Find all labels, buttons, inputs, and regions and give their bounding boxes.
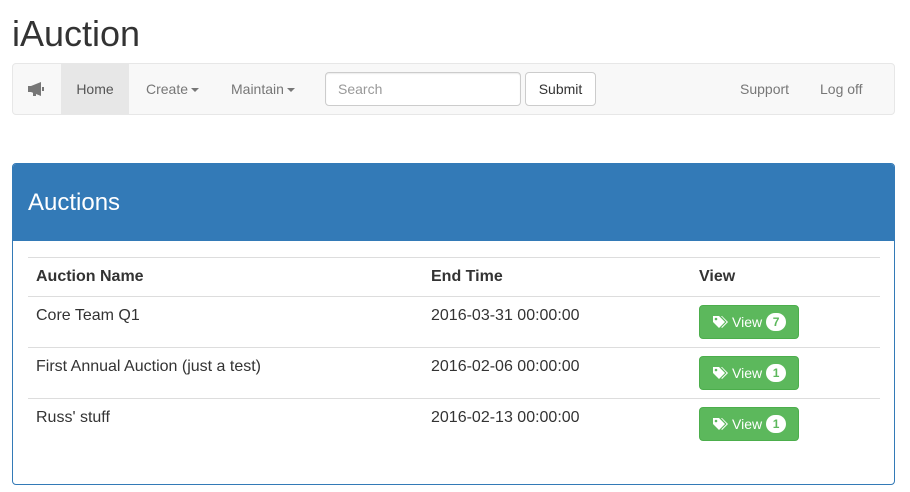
table-row: Core Team Q1 2016-03-31 00:00:00 View 7 — [28, 296, 880, 348]
caret-down-icon — [286, 88, 295, 93]
column-header-view: View — [691, 257, 880, 297]
view-button[interactable]: View 1 — [699, 407, 800, 441]
view-button[interactable]: View 1 — [699, 356, 800, 390]
table-header-row: Auction Name End Time View — [28, 257, 880, 297]
tags-icon — [712, 315, 730, 329]
search-input[interactable] — [325, 72, 521, 106]
column-header-name: Auction Name — [28, 257, 423, 297]
panel-heading: Auctions — [13, 164, 894, 241]
auction-name-cell: First Annual Auction (just a test) — [28, 347, 423, 399]
tags-icon — [712, 417, 730, 431]
submit-button[interactable]: Submit — [525, 72, 596, 106]
nav-logoff[interactable]: Log off — [820, 64, 863, 114]
view-button-label: View — [732, 314, 763, 330]
nav-maintain-label: Maintain — [231, 81, 284, 97]
view-button[interactable]: View 7 — [699, 305, 800, 339]
view-cell: View 7 — [691, 296, 880, 348]
end-time-cell: 2016-03-31 00:00:00 — [423, 296, 691, 348]
nav-home[interactable]: Home — [61, 64, 129, 114]
app-title: iAuction — [12, 13, 141, 54]
view-button-label: View — [732, 365, 763, 381]
nav-create-label: Create — [146, 81, 189, 97]
auctions-panel: Auctions Auction Name End Time View Core… — [12, 163, 895, 485]
tags-icon — [712, 366, 730, 380]
table-row: First Annual Auction (just a test) 2016-… — [28, 347, 880, 399]
nav-maintain-dropdown[interactable]: Maintain — [231, 64, 295, 114]
end-time-cell: 2016-02-13 00:00:00 — [423, 398, 691, 450]
count-badge: 7 — [766, 313, 787, 331]
view-cell: View 1 — [691, 347, 880, 399]
caret-down-icon — [191, 88, 200, 93]
view-cell: View 1 — [691, 398, 880, 450]
panel-title: Auctions — [28, 188, 121, 216]
auction-name-cell: Core Team Q1 — [28, 296, 423, 348]
megaphone-icon[interactable] — [25, 64, 49, 114]
nav-support[interactable]: Support — [740, 64, 789, 114]
end-time-cell: 2016-02-06 00:00:00 — [423, 347, 691, 399]
view-button-label: View — [732, 416, 763, 432]
auctions-table: Auction Name End Time View Core Team Q1 … — [28, 257, 880, 450]
table-row: Russ' stuff 2016-02-13 00:00:00 View 1 — [28, 398, 880, 450]
nav-create-dropdown[interactable]: Create — [146, 64, 200, 114]
count-badge: 1 — [766, 415, 787, 433]
navbar: Home Create Maintain Submit Support Log … — [12, 63, 895, 115]
count-badge: 1 — [766, 364, 787, 382]
column-header-end-time: End Time — [423, 257, 691, 297]
auction-name-cell: Russ' stuff — [28, 398, 423, 450]
